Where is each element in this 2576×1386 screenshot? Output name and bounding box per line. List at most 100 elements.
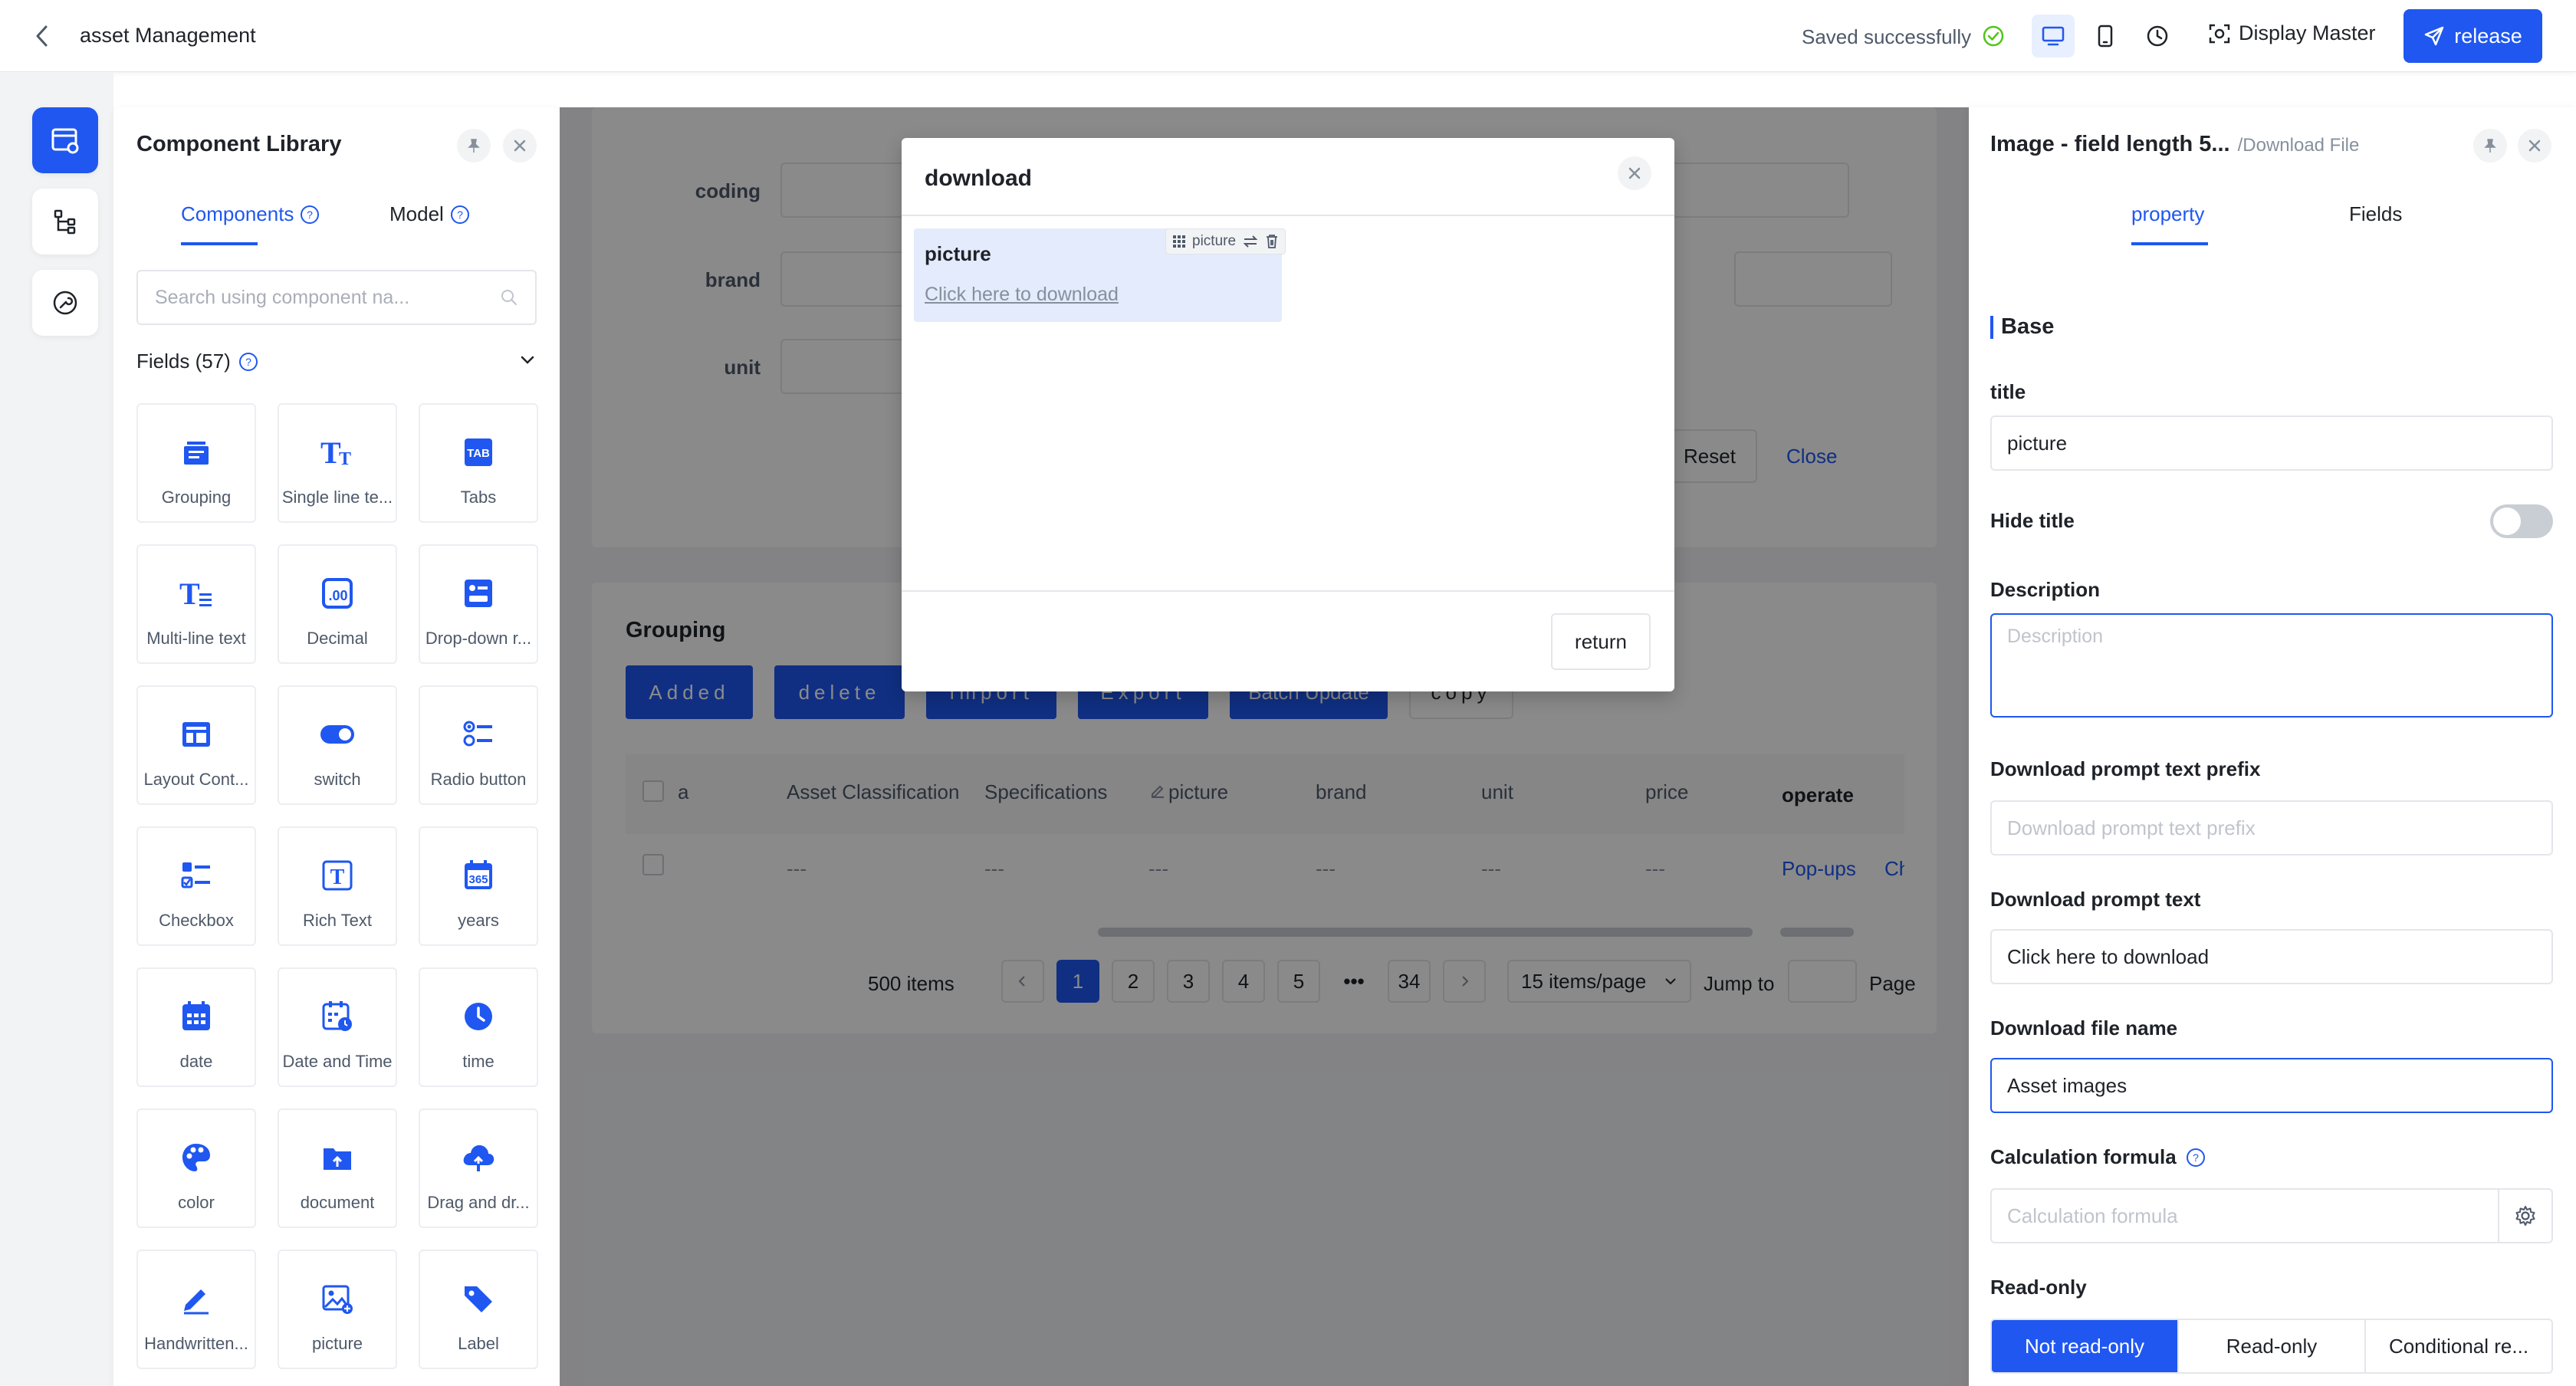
download-modal: download picture Click here to download … — [902, 138, 1674, 691]
component-card-label: document — [300, 1193, 375, 1212]
component-card-date-time[interactable]: Date and Time — [278, 967, 397, 1087]
component-card-decimal[interactable]: .00 Decimal — [278, 544, 397, 664]
drag-grid-icon[interactable] — [1172, 235, 1186, 248]
description-textarea[interactable]: Description — [1990, 613, 2553, 718]
component-card-color[interactable]: color — [136, 1108, 256, 1228]
prompt-text-input[interactable]: Click here to download — [1990, 929, 2553, 984]
component-card-label: Multi-line text — [146, 629, 246, 648]
desktop-view-button[interactable] — [2032, 15, 2075, 57]
readonly-option-readonly[interactable]: Read-only — [2179, 1320, 2366, 1372]
title-input[interactable]: picture — [1990, 415, 2553, 471]
modal-footer-divider — [902, 590, 1674, 592]
component-card-time[interactable]: time — [419, 967, 538, 1087]
rail-component-library-button[interactable] — [32, 107, 98, 173]
component-card-label: Date and Time — [282, 1052, 393, 1071]
picture-field-block[interactable]: picture Click here to download picture — [914, 228, 1286, 322]
display-master-label: Display Master — [2239, 21, 2376, 44]
display-master-button[interactable]: Display Master — [2208, 21, 2376, 45]
help-circle-icon: ? — [238, 352, 258, 372]
component-card-handwritten[interactable]: Handwritten... — [136, 1250, 256, 1369]
component-card-label: Drop-down r... — [425, 629, 532, 648]
tab-property[interactable]: property — [2131, 202, 2204, 226]
file-name-input[interactable]: Asset images — [1990, 1058, 2553, 1113]
svg-text:365: 365 — [468, 873, 488, 886]
component-card-tabs[interactable]: TAB Tabs — [419, 403, 538, 523]
component-card-years[interactable]: 365 years — [419, 826, 538, 946]
component-card-label: picture — [311, 1334, 363, 1353]
component-card-radio-button[interactable]: Radio button — [419, 685, 538, 805]
component-card-switch[interactable]: switch — [278, 685, 397, 805]
mobile-view-button[interactable] — [2084, 15, 2127, 57]
history-button[interactable] — [2136, 15, 2179, 57]
download-link[interactable]: Click here to download — [925, 284, 1119, 306]
formula-input[interactable]: Calculation formula — [1990, 1188, 2499, 1243]
component-card-picture[interactable]: picture — [278, 1250, 397, 1369]
handwritten-icon — [176, 1279, 216, 1319]
close-library-button[interactable] — [503, 129, 537, 163]
date-icon — [176, 997, 216, 1036]
section-title-base: Base — [2001, 314, 2055, 339]
tab-model[interactable]: Model ? — [389, 202, 470, 226]
svg-text:.00: .00 — [328, 588, 347, 603]
component-card-date[interactable]: date — [136, 967, 256, 1087]
svg-text:?: ? — [245, 356, 251, 368]
component-card-label: Label — [458, 1334, 499, 1353]
component-card-grouping[interactable]: Grouping — [136, 403, 256, 523]
prefix-input[interactable]: Download prompt text prefix — [1990, 800, 2553, 856]
file-name-label: Download file name — [1990, 1017, 2178, 1040]
wrench-icon — [51, 289, 79, 317]
fields-group-header[interactable]: Fields (57) ? — [136, 350, 258, 373]
tab-components[interactable]: Components ? — [181, 202, 320, 226]
multi-line-text-icon: T — [176, 573, 216, 613]
pin-icon — [2482, 137, 2499, 154]
help-circle-icon[interactable]: ? — [2186, 1148, 2206, 1168]
component-card-rich-text[interactable]: T Rich Text — [278, 826, 397, 946]
chevron-down-icon[interactable] — [518, 351, 537, 369]
component-library-panel: Component Library Components ? Model ? S… — [113, 107, 560, 1386]
component-search-input[interactable]: Search using component na... — [136, 270, 537, 325]
rail-settings-button[interactable] — [32, 270, 98, 336]
component-card-single-line-text[interactable]: T T Single line te... — [278, 403, 397, 523]
close-icon — [2527, 138, 2542, 153]
pin-button[interactable] — [457, 129, 491, 163]
component-card-label: Tabs — [460, 488, 497, 507]
formula-settings-button[interactable] — [2498, 1188, 2553, 1243]
hide-title-toggle[interactable] — [2490, 504, 2553, 538]
rail-structure-tree-button[interactable] — [32, 189, 98, 255]
section-marker — [1990, 316, 1993, 339]
svg-text:T: T — [330, 865, 345, 889]
trash-icon[interactable] — [1265, 234, 1279, 249]
readonly-segmented-control: Not read-only Read-only Conditional re..… — [1990, 1319, 2553, 1374]
readonly-option-conditional[interactable]: Conditional re... — [2366, 1320, 2551, 1372]
back-arrow-icon[interactable] — [31, 23, 54, 49]
svg-text:?: ? — [307, 209, 314, 221]
component-card-multi-line-text[interactable]: T Multi-line text — [136, 544, 256, 664]
radio-button-icon — [458, 714, 498, 754]
clock-icon — [2146, 25, 2169, 48]
close-modal-button[interactable] — [1618, 156, 1651, 190]
component-card-label: Grouping — [161, 488, 232, 507]
component-card-layout-container[interactable]: Layout Cont... — [136, 685, 256, 805]
component-card-label[interactable]: Label — [419, 1250, 538, 1369]
component-card-checkbox[interactable]: Checkbox — [136, 826, 256, 946]
tab-components-label: Components — [181, 202, 294, 225]
close-property-panel-button[interactable] — [2518, 129, 2551, 163]
grouping-icon — [176, 432, 216, 472]
modal-title: download — [925, 166, 1032, 191]
component-card-document[interactable]: document — [278, 1108, 397, 1228]
formula-label: Calculation formula — [1990, 1145, 2177, 1168]
release-button[interactable]: release — [2404, 9, 2542, 63]
readonly-option-not-readonly[interactable]: Not read-only — [1992, 1320, 2179, 1372]
component-card-label: Radio button — [430, 770, 527, 789]
component-card-dropdown[interactable]: Drop-down r... — [419, 544, 538, 664]
pin-button[interactable] — [2473, 129, 2507, 163]
tab-active-indicator — [2131, 242, 2208, 245]
tab-fields[interactable]: Fields — [2349, 202, 2402, 226]
return-button[interactable]: return — [1551, 613, 1651, 670]
swap-icon[interactable] — [1242, 235, 1259, 248]
check-circle-icon — [1983, 25, 2004, 47]
picture-icon — [317, 1279, 357, 1319]
component-card-label: switch — [314, 770, 361, 789]
component-card-upload[interactable]: Drag and dr... — [419, 1108, 538, 1228]
prefix-label: Download prompt text prefix — [1990, 757, 2261, 780]
